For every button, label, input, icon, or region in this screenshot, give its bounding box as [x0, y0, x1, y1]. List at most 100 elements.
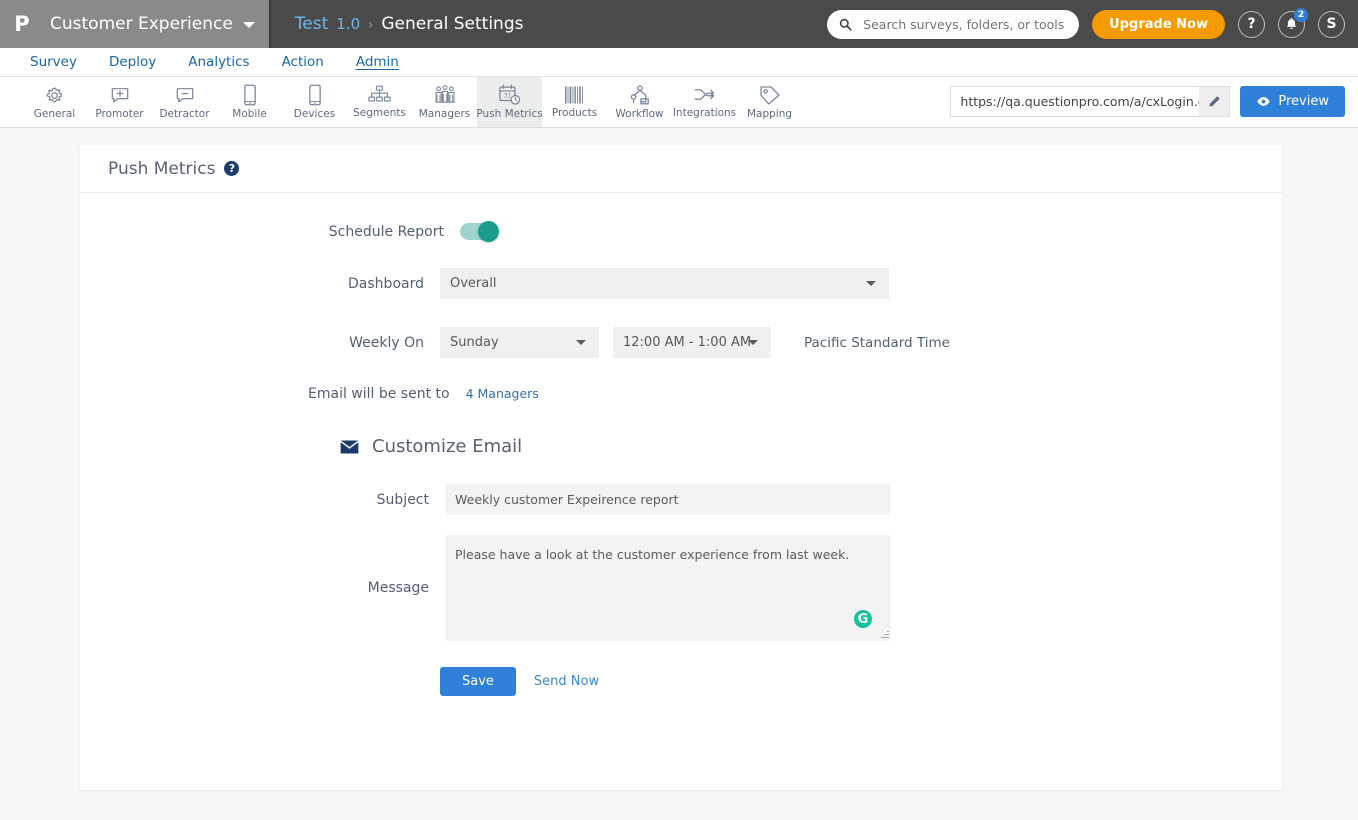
- edit-url-button[interactable]: [1199, 87, 1229, 116]
- time-slot-selected-value: 12:00 AM - 1:00 AM: [623, 335, 751, 350]
- toolbar-item-managers[interactable]: Managers: [412, 77, 477, 127]
- breadcrumb-project[interactable]: Test: [295, 14, 328, 34]
- form-actions: Save Send Now: [80, 667, 1282, 696]
- toolbar-label: Segments: [353, 107, 406, 119]
- weekly-on-label: Weekly On: [80, 335, 440, 351]
- questionpro-logo: P: [0, 0, 44, 48]
- main-nav-tabs: Survey Deploy Analytics Action Admin: [0, 48, 1358, 77]
- grammarly-icon[interactable]: G: [854, 610, 872, 628]
- weekday-selected-value: Sunday: [450, 335, 499, 350]
- customize-email-title: Customize Email: [372, 436, 522, 457]
- toolbar-item-products[interactable]: Products: [542, 77, 607, 127]
- subject-input[interactable]: [445, 484, 891, 515]
- send-now-button[interactable]: Send Now: [534, 674, 599, 689]
- survey-url-controls: https://qa.questionpro.com/a/cxLogin.do?…: [950, 86, 1345, 117]
- people-group-icon: [433, 85, 457, 106]
- timezone-label: Pacific Standard Time: [804, 335, 950, 351]
- toolbar-item-segments[interactable]: Segments: [347, 77, 412, 127]
- subject-label: Subject: [80, 492, 445, 508]
- breadcrumb-current-page: General Settings: [381, 14, 523, 34]
- chevron-down-icon: [576, 340, 586, 345]
- product-name-label: Customer Experience: [50, 14, 233, 34]
- toggle-knob: [478, 221, 499, 242]
- survey-url-bar[interactable]: https://qa.questionpro.com/a/cxLogin.do?…: [950, 86, 1230, 117]
- calendar-clock-icon: 31: [498, 84, 522, 106]
- recipients-row: Email will be sent to 4 Managers: [80, 386, 1282, 402]
- preview-button[interactable]: Preview: [1240, 86, 1345, 117]
- device-icon: [308, 84, 322, 106]
- panel-help-icon[interactable]: ?: [224, 161, 239, 176]
- eye-icon: [1256, 96, 1271, 107]
- textarea-resize-handle[interactable]: [880, 630, 889, 639]
- toolbar-item-integrations[interactable]: Integrations: [672, 77, 737, 127]
- search-box[interactable]: [827, 10, 1079, 39]
- schedule-report-label: Schedule Report: [80, 224, 460, 240]
- toolbar-label: Products: [552, 107, 597, 119]
- toolbar-label: Devices: [294, 108, 335, 120]
- weekday-select[interactable]: Sunday: [440, 327, 599, 358]
- save-button[interactable]: Save: [440, 667, 516, 696]
- toolbar-item-detractor[interactable]: Detractor: [152, 77, 217, 127]
- avatar[interactable]: S: [1318, 11, 1345, 38]
- nav-tab-analytics[interactable]: Analytics: [172, 48, 265, 76]
- chevron-down-icon: [748, 340, 758, 345]
- message-wrapper: Please have a look at the customer exper…: [445, 535, 891, 641]
- schedule-report-toggle[interactable]: [460, 223, 498, 240]
- toolbar-item-general[interactable]: General: [22, 77, 87, 127]
- dashboard-row: Dashboard Overall: [80, 268, 1282, 299]
- toolbar-label: Detractor: [159, 108, 209, 120]
- panel-body: Schedule Report Dashboard Overall Weekly…: [80, 193, 1282, 696]
- schedule-report-row: Schedule Report: [80, 223, 1282, 240]
- nav-tab-admin[interactable]: Admin: [340, 48, 415, 76]
- page-title: Push Metrics: [108, 159, 215, 179]
- nav-tab-deploy[interactable]: Deploy: [93, 48, 172, 76]
- notification-badge: 2: [1294, 8, 1308, 22]
- toolbar-label: Managers: [419, 108, 471, 120]
- toolbar-label: Mapping: [747, 108, 792, 120]
- breadcrumb-version: 1.0: [336, 15, 360, 33]
- nav-tab-action[interactable]: Action: [266, 48, 340, 76]
- toolbar-item-mobile[interactable]: Mobile: [217, 77, 282, 127]
- upgrade-now-button[interactable]: Upgrade Now: [1092, 10, 1225, 39]
- tag-icon: [759, 85, 781, 106]
- dashboard-selected-value: Overall: [450, 276, 496, 291]
- toolbar-item-promoter[interactable]: Promoter: [87, 77, 152, 127]
- dashboard-select[interactable]: Overall: [440, 268, 889, 299]
- help-question-icon: ?: [1247, 16, 1255, 32]
- nav-tab-survey[interactable]: Survey: [14, 48, 93, 76]
- toolbar-label: Promoter: [95, 108, 143, 120]
- toolbar-item-mapping[interactable]: Mapping: [737, 77, 802, 127]
- product-switcher[interactable]: Customer Experience: [44, 0, 269, 48]
- message-textarea[interactable]: Please have a look at the customer exper…: [445, 535, 891, 641]
- barcode-icon: [563, 85, 587, 105]
- search-input[interactable]: [861, 16, 1067, 33]
- header-divider: [269, 0, 271, 48]
- message-row: Message Please have a look at the custom…: [80, 535, 1282, 641]
- help-button[interactable]: ?: [1238, 11, 1265, 38]
- breadcrumb: Test 1.0 › General Settings: [295, 14, 524, 34]
- toolbar-label: Workflow: [615, 108, 663, 120]
- dashboard-label: Dashboard: [80, 276, 440, 292]
- managers-link[interactable]: 4 Managers: [466, 386, 539, 401]
- toolbar-label: Integrations: [673, 107, 736, 119]
- survey-url-text: https://qa.questionpro.com/a/cxLogin.do?…: [951, 87, 1199, 116]
- speech-bubble-plus-icon: [109, 85, 131, 106]
- time-slot-select[interactable]: 12:00 AM - 1:00 AM: [613, 327, 771, 358]
- search-icon: [839, 18, 852, 31]
- chevron-down-icon: [243, 22, 255, 28]
- subject-row: Subject: [80, 484, 1282, 515]
- pencil-icon: [1208, 95, 1221, 108]
- preview-label: Preview: [1278, 94, 1329, 109]
- toolbar-label: Mobile: [232, 108, 266, 120]
- toolbar-item-push-metrics[interactable]: 31 Push Metrics: [477, 77, 542, 127]
- notifications-button[interactable]: 2: [1278, 11, 1305, 38]
- toolbar-label: Push Metrics: [476, 108, 542, 120]
- shuffle-arrows-icon: [693, 85, 717, 105]
- chevron-down-icon: [866, 281, 876, 286]
- top-header-bar: P Customer Experience Test 1.0 › General…: [0, 0, 1358, 48]
- page-content-area: Push Metrics ? Schedule Report Dashboard…: [0, 128, 1358, 819]
- push-metrics-panel: Push Metrics ? Schedule Report Dashboard…: [80, 145, 1282, 790]
- envelope-icon: [340, 440, 359, 454]
- toolbar-item-devices[interactable]: Devices: [282, 77, 347, 127]
- toolbar-item-workflow[interactable]: Workflow: [607, 77, 672, 127]
